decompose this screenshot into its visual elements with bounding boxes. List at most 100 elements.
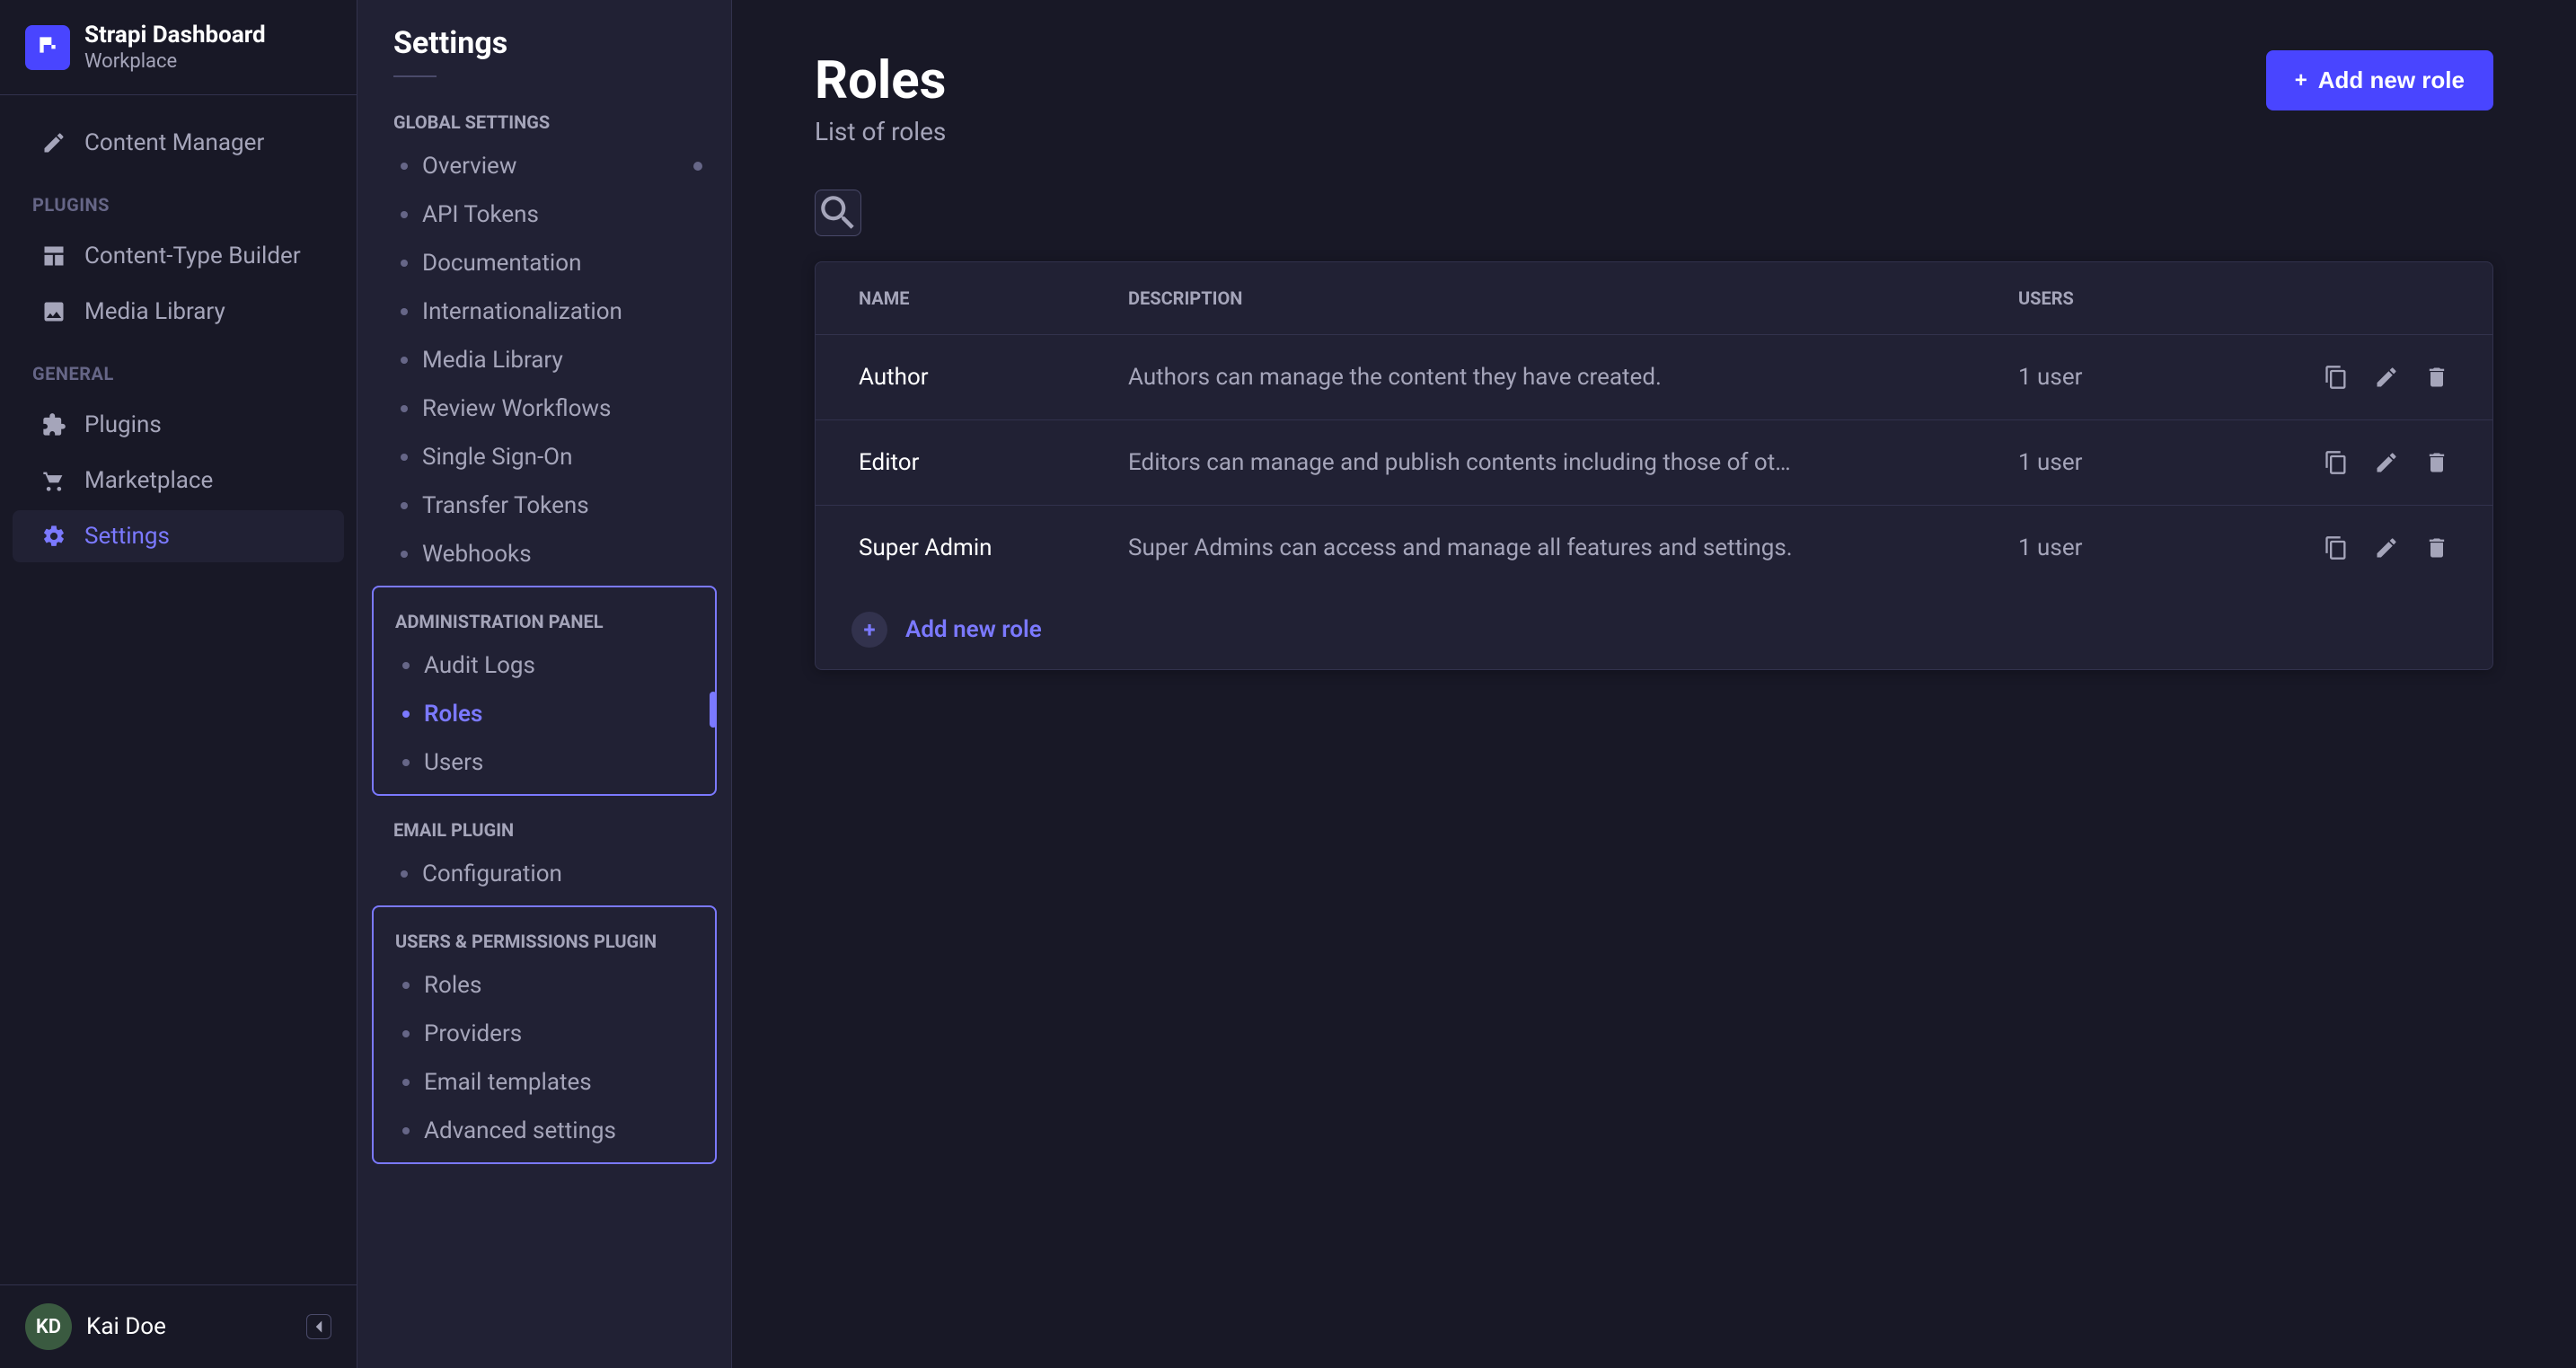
add-new-role-button[interactable]: + Add new role bbox=[2266, 50, 2493, 110]
cart-icon bbox=[41, 468, 66, 493]
chevron-left-icon bbox=[307, 1315, 331, 1338]
role-users: 1 user bbox=[2018, 534, 2234, 561]
trash-icon bbox=[2424, 450, 2449, 475]
pencil-icon bbox=[41, 130, 66, 155]
main-content: Roles List of roles + Add new role Name … bbox=[732, 0, 2576, 1368]
button-label: Add new role bbox=[2318, 66, 2465, 94]
settings-audit-logs[interactable]: Audit Logs bbox=[374, 641, 715, 690]
table-row[interactable]: Author Authors can manage the content th… bbox=[816, 334, 2492, 419]
admin-panel-highlight: Administration Panel Audit Logs Roles Us… bbox=[372, 586, 717, 796]
settings-review-workflows[interactable]: Review Workflows bbox=[357, 384, 731, 433]
app-title: Strapi Dashboard bbox=[84, 22, 266, 49]
delete-button[interactable] bbox=[2424, 365, 2449, 390]
section-email-plugin: Email Plugin bbox=[357, 803, 731, 850]
search-icon bbox=[816, 190, 860, 235]
user-name: Kai Doe bbox=[86, 1313, 292, 1340]
role-users: 1 user bbox=[2018, 449, 2234, 476]
plus-icon: + bbox=[2295, 68, 2307, 93]
indicator-dot bbox=[693, 162, 702, 171]
settings-overview[interactable]: Overview bbox=[357, 142, 731, 190]
pencil-icon bbox=[2374, 535, 2399, 560]
pencil-icon bbox=[2374, 365, 2399, 390]
settings-transfer-tokens[interactable]: Transfer Tokens bbox=[357, 481, 731, 530]
table-row[interactable]: Editor Editors can manage and publish co… bbox=[816, 419, 2492, 505]
delete-button[interactable] bbox=[2424, 535, 2449, 560]
duplicate-button[interactable] bbox=[2324, 535, 2349, 560]
settings-up-roles[interactable]: Roles bbox=[374, 961, 715, 1010]
role-description: Editors can manage and publish contents … bbox=[1128, 449, 2018, 476]
sidebar-footer: KD Kai Doe bbox=[0, 1284, 357, 1368]
settings-webhooks[interactable]: Webhooks bbox=[357, 530, 731, 578]
sidebar-header: Strapi Dashboard Workplace bbox=[0, 0, 357, 95]
role-name: Super Admin bbox=[859, 534, 1128, 561]
role-users: 1 user bbox=[2018, 364, 2234, 391]
copy-icon bbox=[2324, 535, 2349, 560]
settings-roles[interactable]: Roles bbox=[374, 690, 715, 738]
trash-icon bbox=[2424, 535, 2449, 560]
primary-sidebar: Strapi Dashboard Workplace Content Manag… bbox=[0, 0, 357, 1368]
nav-content-manager[interactable]: Content Manager bbox=[13, 117, 344, 169]
role-name: Editor bbox=[859, 449, 1128, 476]
role-description: Authors can manage the content they have… bbox=[1128, 364, 2018, 391]
settings-email-configuration[interactable]: Configuration bbox=[357, 850, 731, 898]
page-subtitle: List of roles bbox=[815, 117, 946, 146]
nav-marketplace[interactable]: Marketplace bbox=[13, 455, 344, 507]
app-logo[interactable] bbox=[25, 25, 70, 70]
settings-api-tokens[interactable]: API Tokens bbox=[357, 190, 731, 239]
settings-media-library[interactable]: Media Library bbox=[357, 336, 731, 384]
section-users-permissions: Users & Permissions Plugin bbox=[374, 914, 715, 961]
delete-button[interactable] bbox=[2424, 450, 2449, 475]
col-header-name: Name bbox=[859, 287, 1128, 309]
settings-up-providers[interactable]: Providers bbox=[374, 1010, 715, 1058]
col-header-description: Description bbox=[1128, 287, 2018, 309]
settings-users[interactable]: Users bbox=[374, 738, 715, 787]
nav-label: Media Library bbox=[84, 298, 225, 325]
layout-icon bbox=[41, 243, 66, 269]
nav-label: Plugins bbox=[84, 411, 162, 438]
edit-button[interactable] bbox=[2374, 450, 2399, 475]
section-admin-panel: Administration Panel bbox=[374, 595, 715, 641]
gear-icon bbox=[41, 524, 66, 549]
nav-label: Content-Type Builder bbox=[84, 243, 301, 269]
logo-icon bbox=[36, 33, 59, 62]
users-permissions-highlight: Users & Permissions Plugin Roles Provide… bbox=[372, 905, 717, 1164]
search-button[interactable] bbox=[815, 190, 861, 236]
settings-up-advanced[interactable]: Advanced settings bbox=[374, 1107, 715, 1155]
edit-button[interactable] bbox=[2374, 365, 2399, 390]
nav-section-plugins: Plugins bbox=[0, 172, 357, 226]
edit-button[interactable] bbox=[2374, 535, 2399, 560]
duplicate-button[interactable] bbox=[2324, 450, 2349, 475]
nav-media-library[interactable]: Media Library bbox=[13, 286, 344, 338]
collapse-sidebar-button[interactable] bbox=[306, 1314, 331, 1339]
role-name: Author bbox=[859, 364, 1128, 391]
nav-settings[interactable]: Settings bbox=[13, 510, 344, 562]
divider bbox=[393, 75, 437, 77]
settings-up-email-templates[interactable]: Email templates bbox=[374, 1058, 715, 1107]
copy-icon bbox=[2324, 365, 2349, 390]
settings-sidebar: Settings Global Settings Overview API To… bbox=[357, 0, 732, 1368]
add-role-circle[interactable]: + bbox=[851, 612, 887, 648]
nav-content-type-builder[interactable]: Content-Type Builder bbox=[13, 230, 344, 282]
settings-documentation[interactable]: Documentation bbox=[357, 239, 731, 287]
nav-label: Content Manager bbox=[84, 129, 264, 156]
plus-icon: + bbox=[863, 617, 875, 642]
add-role-link[interactable]: Add new role bbox=[905, 616, 1042, 643]
table-header: Name Description Users bbox=[816, 262, 2492, 334]
settings-sso[interactable]: Single Sign-On bbox=[357, 433, 731, 481]
page-title: Roles bbox=[815, 50, 946, 111]
roles-table: Name Description Users Author Authors ca… bbox=[815, 261, 2493, 670]
page-header: Roles List of roles + Add new role bbox=[815, 50, 2493, 146]
user-avatar[interactable]: KD bbox=[25, 1303, 72, 1350]
primary-nav: Content Manager Plugins Content-Type Bui… bbox=[0, 95, 357, 1284]
nav-plugins[interactable]: Plugins bbox=[13, 399, 344, 451]
pencil-icon bbox=[2374, 450, 2399, 475]
workspace-name: Workplace bbox=[84, 50, 266, 73]
section-global-settings: Global Settings bbox=[357, 95, 731, 142]
settings-internationalization[interactable]: Internationalization bbox=[357, 287, 731, 336]
nav-label: Marketplace bbox=[84, 467, 213, 494]
table-row[interactable]: Super Admin Super Admins can access and … bbox=[816, 505, 2492, 590]
table-footer: + Add new role bbox=[816, 590, 2492, 669]
nav-label: Settings bbox=[84, 523, 170, 550]
duplicate-button[interactable] bbox=[2324, 365, 2349, 390]
copy-icon bbox=[2324, 450, 2349, 475]
